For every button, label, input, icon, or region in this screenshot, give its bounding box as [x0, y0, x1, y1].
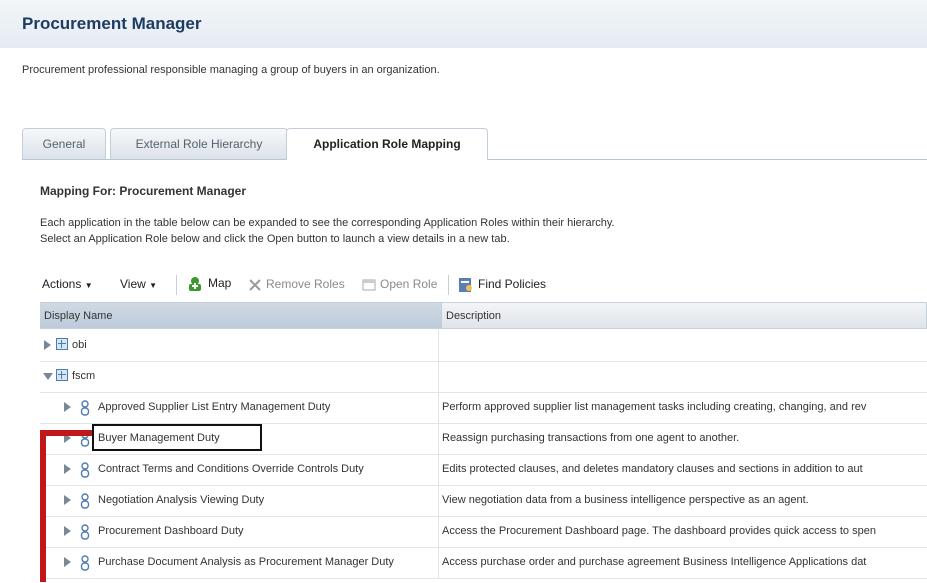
expand-icon[interactable] — [44, 340, 51, 350]
expand-icon[interactable] — [64, 495, 71, 505]
application-role-icon — [80, 400, 90, 416]
table-row[interactable]: Negotiation Analysis Viewing Duty View n… — [40, 485, 927, 517]
table-row[interactable]: fscm — [40, 361, 927, 393]
expand-icon[interactable] — [64, 402, 71, 412]
row-name: Purchase Document Analysis as Procuremen… — [98, 556, 394, 568]
annotation-marker-horizontal — [40, 430, 92, 436]
row-name: fscm — [72, 370, 96, 382]
display-name-cell: Procurement Dashboard Duty — [40, 516, 439, 547]
mapping-title: Mapping For: Procurement Manager — [40, 184, 247, 198]
row-description: View negotiation data from a business in… — [442, 494, 809, 506]
application-role-icon — [80, 493, 90, 509]
tab-general[interactable]: General — [22, 128, 106, 159]
display-name-cell: Purchase Document Analysis as Procuremen… — [40, 547, 439, 578]
remove-roles-button[interactable]: Remove Roles — [248, 277, 345, 292]
table-row[interactable]: Buyer Management Duty Reassign purchasin… — [40, 423, 927, 455]
display-name-cell: fscm — [40, 361, 439, 392]
tab-bar: General External Role Hierarchy Applicat… — [22, 128, 927, 160]
table-row[interactable]: Purchase Document Analysis as Procuremen… — [40, 547, 927, 579]
row-description: Access the Procurement Dashboard page. T… — [442, 525, 876, 537]
find-policies-icon — [459, 278, 472, 292]
mapping-instructions: Each application in the table below can … — [40, 215, 615, 247]
row-name: Contract Terms and Conditions Override C… — [98, 463, 364, 475]
highlight-box — [92, 424, 262, 451]
actions-menu[interactable]: Actions ▼ — [42, 277, 93, 291]
map-button[interactable]: Map — [186, 275, 231, 293]
row-description: Edits protected clauses, and deletes man… — [442, 463, 863, 475]
tab-application-role-mapping[interactable]: Application Role Mapping — [286, 128, 488, 160]
application-folder-icon — [56, 369, 68, 381]
page-title: Procurement Manager — [22, 14, 202, 33]
open-role-button[interactable]: Open Role — [362, 277, 437, 292]
row-description: Reassign purchasing transactions from on… — [442, 432, 740, 444]
page-header: Procurement Manager — [0, 0, 927, 48]
row-name: Procurement Dashboard Duty — [98, 525, 244, 537]
expand-icon[interactable] — [64, 464, 71, 474]
instructions-line-2: Select an Application Role below and cli… — [40, 233, 510, 245]
expand-icon[interactable] — [64, 526, 71, 536]
row-description: Access purchase order and purchase agree… — [442, 556, 867, 568]
column-header-description[interactable]: Description — [442, 303, 927, 329]
collapse-icon[interactable] — [43, 373, 53, 380]
row-description: Perform approved supplier list managemen… — [442, 401, 867, 413]
chevron-down-icon: ▼ — [149, 281, 158, 290]
row-name: Negotiation Analysis Viewing Duty — [98, 494, 265, 506]
display-name-cell: Negotiation Analysis Viewing Duty — [40, 485, 439, 516]
role-mapping-table: Display Name Description obi fscm Approv… — [40, 302, 927, 583]
application-folder-icon — [56, 338, 68, 350]
display-name-cell: Approved Supplier List Entry Management … — [40, 392, 439, 423]
row-name: obi — [72, 339, 87, 351]
application-role-icon — [80, 524, 90, 540]
row-description — [442, 330, 927, 361]
open-role-icon — [362, 279, 376, 291]
toolbar-divider — [448, 275, 449, 295]
tab-external-role-hierarchy[interactable]: External Role Hierarchy — [110, 128, 288, 159]
display-name-cell: Contract Terms and Conditions Override C… — [40, 454, 439, 485]
display-name-cell: obi — [40, 330, 439, 361]
table-row[interactable]: Approved Supplier List Entry Management … — [40, 392, 927, 424]
application-role-icon — [80, 555, 90, 571]
chevron-down-icon: ▼ — [84, 281, 93, 290]
row-name: Approved Supplier List Entry Management … — [98, 401, 331, 413]
map-add-icon — [189, 277, 201, 291]
toolbar-divider — [176, 275, 177, 295]
remove-roles-icon — [249, 279, 261, 291]
table-toolbar: Actions ▼ View ▼ Map Remove Roles Open R… — [40, 272, 560, 300]
find-policies-button[interactable]: Find Policies — [458, 277, 546, 293]
display-name-cell: Buyer Management Duty — [40, 423, 439, 454]
view-menu[interactable]: View ▼ — [120, 277, 157, 291]
table-row[interactable]: Contract Terms and Conditions Override C… — [40, 454, 927, 486]
application-role-icon — [80, 462, 90, 478]
table-row[interactable]: obi — [40, 330, 927, 362]
instructions-line-1: Each application in the table below can … — [40, 217, 615, 229]
table-row[interactable]: Procurement Dashboard Duty Access the Pr… — [40, 516, 927, 548]
column-header-display-name[interactable]: Display Name — [40, 303, 442, 329]
page-description: Procurement professional responsible man… — [22, 64, 440, 76]
annotation-marker-vertical — [40, 430, 46, 582]
row-description — [442, 361, 927, 392]
expand-icon[interactable] — [64, 557, 71, 567]
